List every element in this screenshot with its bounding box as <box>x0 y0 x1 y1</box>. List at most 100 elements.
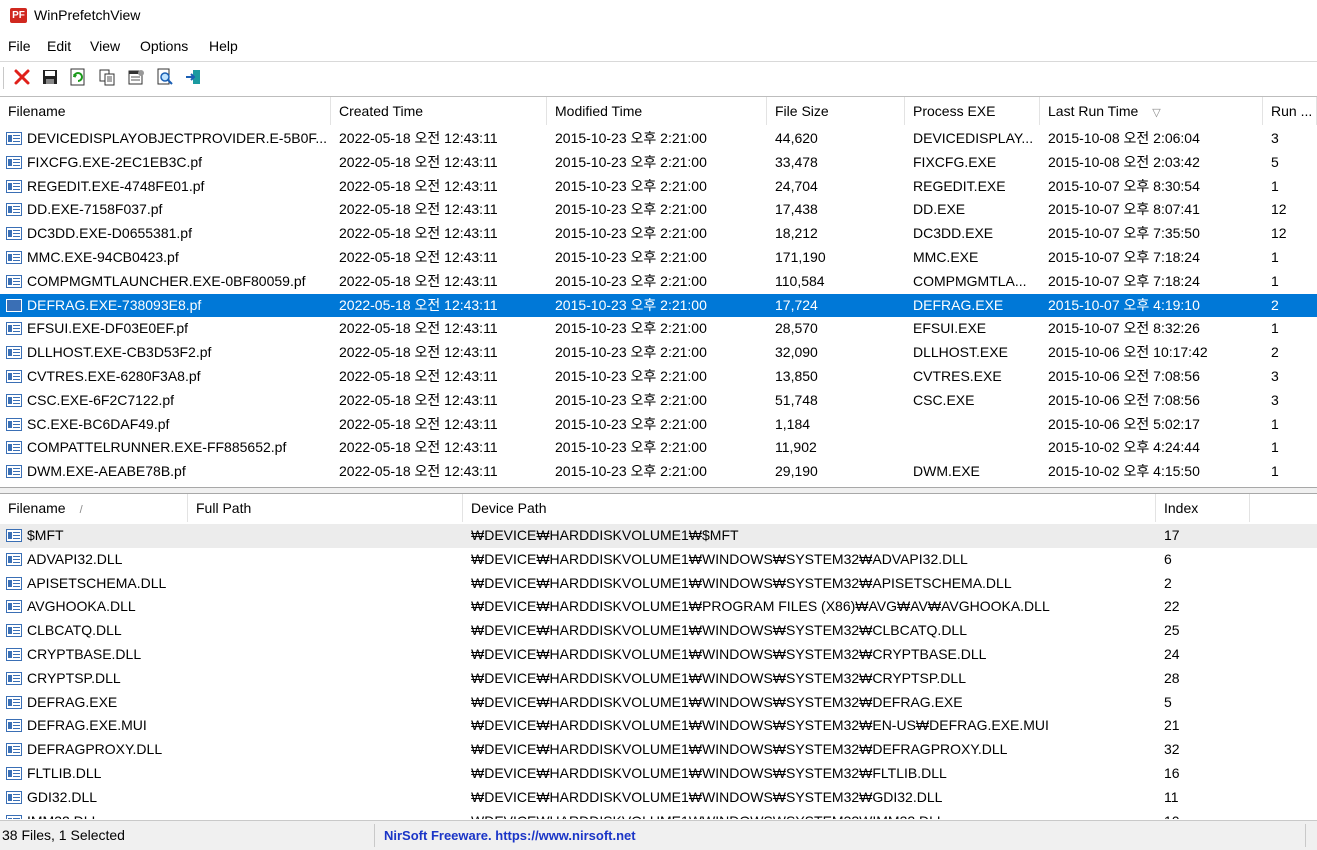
table-row[interactable]: SC.EXE-BC6DAF49.pf 2022-05-18 오전 12:43:11… <box>0 413 1317 437</box>
header-col-filename[interactable]: Filename <box>0 97 331 125</box>
cell-process-exe: DD.EXE <box>913 201 966 218</box>
table-row[interactable]: AVGHOOKA.DLL ₩DEVICE₩HARDDISKVOLUME1₩PROG… <box>0 595 1317 619</box>
cell-run-count: 12 <box>1271 201 1287 218</box>
cell-filename: SC.EXE-BC6DAF49.pf <box>27 415 170 432</box>
cell-file-size: 28,570 <box>775 320 818 337</box>
table-row[interactable]: DC3DD.EXE-D0655381.pf 2022-05-18 오전 12:43… <box>0 222 1317 246</box>
table-row[interactable]: APISETSCHEMA.DLL ₩DEVICE₩HARDDISKVOLUME1₩… <box>0 572 1317 596</box>
cell-index: 2 <box>1164 574 1172 591</box>
cell-modified-time: 2015-10-23 오후 2:21:00 <box>555 439 707 456</box>
cell-modified-time: 2015-10-23 오후 2:21:00 <box>555 201 707 218</box>
copy-icon[interactable] <box>97 67 117 87</box>
pane-splitter[interactable] <box>0 487 1317 494</box>
header-col-process-exe[interactable]: Process EXE <box>905 97 1040 125</box>
cell-modified-time: 2015-10-23 오후 2:21:00 <box>555 320 707 337</box>
file-icon <box>6 743 22 757</box>
table-row[interactable]: DEFRAG.EXE ₩DEVICE₩HARDDISKVOLUME1₩WINDOW… <box>0 691 1317 715</box>
table-row[interactable]: DWM.EXE-AEABE78B.pf 2022-05-18 오전 12:43:1… <box>0 460 1317 484</box>
cell-full-path <box>188 572 463 596</box>
cell-process-exe: MMC.EXE <box>913 248 979 265</box>
cell-modified-time: 2015-10-23 오후 2:21:00 <box>555 391 707 408</box>
menu-view[interactable]: View <box>90 38 120 54</box>
delete-icon[interactable] <box>12 67 32 87</box>
header-col-file-size[interactable]: File Size <box>767 97 905 125</box>
header-col-created-time[interactable]: Created Time <box>331 97 547 125</box>
table-row[interactable]: CRYPTBASE.DLL ₩DEVICE₩HARDDISKVOLUME1₩WIN… <box>0 643 1317 667</box>
table-row[interactable]: CLBCATQ.DLL ₩DEVICE₩HARDDISKVOLUME1₩WINDO… <box>0 619 1317 643</box>
table-row[interactable]: DEVICEDISPLAYOBJECTPROVIDER.E-5B0F... 202… <box>0 127 1317 151</box>
cell-modified-time: 2015-10-23 오후 2:21:00 <box>555 130 707 146</box>
cell-filename: CLBCATQ.DLL <box>27 622 122 639</box>
file-icon <box>6 647 22 661</box>
table-row[interactable]: COMPATTELRUNNER.EXE-FF885652.pf 2022-05-1… <box>0 436 1317 460</box>
header-col-modified-time[interactable]: Modified Time <box>547 97 767 125</box>
cell-created-time: 2022-05-18 오전 12:43:11 <box>339 463 498 480</box>
file-icon <box>6 441 22 455</box>
table-row[interactable]: CRYPTSP.DLL ₩DEVICE₩HARDDISKVOLUME1₩WINDO… <box>0 667 1317 691</box>
exit-icon[interactable] <box>183 67 203 87</box>
cell-process-exe: EFSUI.EXE <box>913 320 987 337</box>
cell-index: 16 <box>1164 764 1180 781</box>
header-col-filename[interactable]: Filename / <box>0 494 188 522</box>
cell-process-exe: DEVICEDISPLAY... <box>913 130 1034 146</box>
sort-indicator-icon: / <box>79 504 83 516</box>
save-icon[interactable] <box>40 67 60 87</box>
table-row[interactable]: CVTRES.EXE-6280F3A8.pf 2022-05-18 오전 12:4… <box>0 365 1317 389</box>
referenced-files-list[interactable]: Filename / Full Path Device Path Index $MFT ₩… <box>0 494 1317 819</box>
cell-index: 17 <box>1164 527 1180 543</box>
find-icon[interactable] <box>155 67 175 87</box>
cell-index: 21 <box>1164 717 1180 734</box>
cell-created-time: 2022-05-18 오전 12:43:11 <box>339 248 498 265</box>
menu-options[interactable]: Options <box>140 38 188 54</box>
file-icon <box>6 552 22 566</box>
toolbar-grip[interactable] <box>3 67 6 89</box>
cell-filename: FIXCFG.EXE-2EC1EB3C.pf <box>27 153 203 170</box>
table-row[interactable]: DEFRAGPROXY.DLL ₩DEVICE₩HARDDISKVOLUME1₩W… <box>0 738 1317 762</box>
header-col-last-run-time[interactable]: Last Run Time ▽ <box>1040 97 1263 125</box>
table-row[interactable]: EFSUI.EXE-DF03E0EF.pf 2022-05-18 오전 12:43… <box>0 317 1317 341</box>
table-row[interactable]: DEFRAG.EXE.MUI ₩DEVICE₩HARDDISKVOLUME1₩WI… <box>0 714 1317 738</box>
table-row[interactable]: FLTLIB.DLL ₩DEVICE₩HARDDISKVOLUME1₩WINDOW… <box>0 762 1317 786</box>
table-row[interactable]: CSC.EXE-6F2C7122.pf 2022-05-18 오전 12:43:1… <box>0 389 1317 413</box>
cell-modified-time: 2015-10-23 오후 2:21:00 <box>555 248 707 265</box>
status-credit[interactable]: NirSoft Freeware. https://www.nirsoft.ne… <box>376 824 1306 847</box>
table-row[interactable]: DLLHOST.EXE-CB3D53F2.pf 2022-05-18 오전 12:… <box>0 341 1317 365</box>
refresh-icon[interactable] <box>68 67 88 87</box>
table-row[interactable]: FIXCFG.EXE-2EC1EB3C.pf 2022-05-18 오전 12:4… <box>0 151 1317 175</box>
file-icon <box>6 624 22 638</box>
header-label: Filename <box>8 500 66 516</box>
properties-icon[interactable] <box>126 67 146 87</box>
menu-file[interactable]: File <box>8 38 31 54</box>
prefetch-files-list[interactable]: Filename Created Time Modified Time File Si… <box>0 97 1317 487</box>
table-row[interactable]: GDI32.DLL ₩DEVICE₩HARDDISKVOLUME1₩WINDOWS… <box>0 786 1317 810</box>
table-row[interactable]: IMM32.DLL ₩DEVICE₩HARDDISKVOLUME1₩WINDOWS… <box>0 810 1317 819</box>
menu-edit[interactable]: Edit <box>47 38 71 54</box>
cell-filename: COMPMGMTLAUNCHER.EXE-0BF80059.pf <box>27 272 306 289</box>
cell-file-size: 51,748 <box>775 391 818 408</box>
header-col-full-path[interactable]: Full Path <box>188 494 463 522</box>
menu-help[interactable]: Help <box>209 38 238 54</box>
header-col-run-count[interactable]: Run ... <box>1263 97 1317 125</box>
cell-file-size: 13,850 <box>775 367 818 384</box>
nirsoft-link[interactable]: NirSoft Freeware. https://www.nirsoft.ne… <box>384 828 636 843</box>
file-icon <box>6 369 22 383</box>
menu-bar: File Edit View Options Help <box>0 35 1317 59</box>
table-row[interactable]: $MFT ₩DEVICE₩HARDDISKVOLUME1₩$MFT 17 <box>0 524 1317 548</box>
table-row[interactable]: ADVAPI32.DLL ₩DEVICE₩HARDDISKVOLUME1₩WIND… <box>0 548 1317 572</box>
table-row[interactable]: DD.EXE-7158F037.pf 2022-05-18 오전 12:43:11… <box>0 198 1317 222</box>
table-row[interactable]: DEFRAG.EXE-738093E8.pf 2022-05-18 오전 12:4… <box>0 293 1317 318</box>
table-row[interactable]: MMC.EXE-94CB0423.pf 2022-05-18 오전 12:43:1… <box>0 246 1317 270</box>
cell-full-path <box>188 786 463 810</box>
table-row[interactable]: COMPMGMTLAUNCHER.EXE-0BF80059.pf 2022-05-… <box>0 270 1317 294</box>
cell-process-exe <box>905 436 1040 460</box>
table-row[interactable]: REGEDIT.EXE-4748FE01.pf 2022-05-18 오전 12:… <box>0 175 1317 199</box>
file-icon <box>6 814 22 819</box>
file-icon <box>6 155 22 169</box>
sort-indicator-icon: ▽ <box>1152 107 1161 119</box>
cell-run-count: 12 <box>1271 225 1287 242</box>
file-icon <box>6 203 22 217</box>
header-col-index[interactable]: Index <box>1156 494 1250 522</box>
file-icon <box>6 346 22 360</box>
cell-device-path: ₩DEVICE₩HARDDISKVOLUME1₩$MFT <box>471 527 739 543</box>
header-col-device-path[interactable]: Device Path <box>463 494 1156 522</box>
